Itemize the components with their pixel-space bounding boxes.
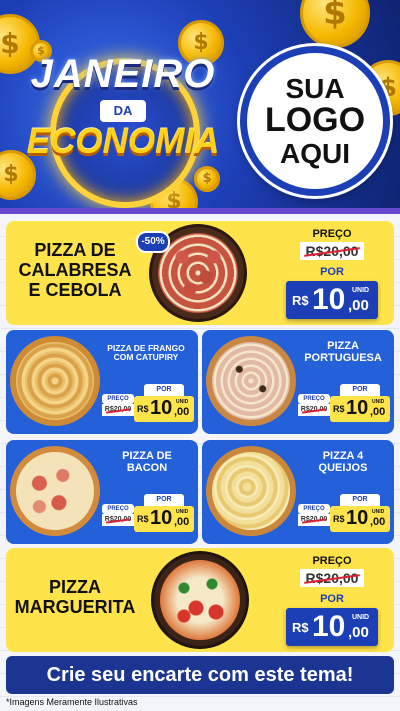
product-card-4-queijos: PIZZA 4 QUEIJOS PREÇO R$20,00 POR R$ 10 … [202, 440, 394, 544]
product-name: PIZZA PORTUGUESA [304, 340, 382, 365]
por-label: POR [320, 266, 344, 278]
new-price: R$ 10 UNID ,00 [134, 506, 194, 532]
logo-line-1: SUA [285, 72, 345, 104]
headline-da: DA [100, 100, 146, 122]
product-name: PIZZA DE FRANGO COM CATUPIRY [107, 343, 185, 363]
logo-line-3: AQUI [280, 137, 350, 169]
new-price: R$ 10 UNID ,00 [330, 396, 390, 422]
old-price: R$20,00 [300, 569, 364, 587]
logo-placeholder: SUA LOGO AQUI [240, 46, 390, 196]
por-label: POR [144, 384, 184, 396]
coin-icon: $ [300, 0, 370, 48]
new-price: R$ 10 UNID ,00 [286, 281, 378, 319]
product-card-marguerita: PIZZA MARGUERITA PREÇO R$20,00 POR R$ 10… [6, 548, 394, 652]
pizza-image [10, 446, 100, 536]
product-card-bacon: PIZZA DE BACON PREÇO R$20,00 POR R$ 10 U… [6, 440, 198, 544]
logo-line-2: LOGO [264, 101, 366, 140]
old-price: R$20,00 [102, 514, 134, 526]
new-price: R$ 10 UNID ,00 [330, 506, 390, 532]
new-price: R$ 10 UNID ,00 [134, 396, 194, 422]
pizza-image [10, 336, 100, 426]
old-price: R$20,00 [298, 514, 330, 526]
headline-janeiro: JANEIRO [30, 52, 216, 96]
product-name: PIZZA DE BACON [122, 450, 172, 475]
headline-janeiro-da-economia: JANEIRO DA ECONOMIA [18, 48, 228, 208]
price-label: PREÇO [102, 394, 134, 404]
product-name: PIZZA MARGUERITA [14, 577, 136, 617]
product-card-calabresa: PIZZA DE CALABRESA E CEBOLA -50% PREÇO R… [6, 221, 394, 325]
price-label: PREÇO [102, 504, 134, 514]
pizza-image [206, 446, 296, 536]
new-price: R$ 10 UNID ,00 [286, 608, 378, 646]
price-label: PREÇO [298, 394, 330, 404]
discount-badge: -50% [136, 231, 170, 253]
headline-economia: ECONOMIA [26, 122, 220, 161]
pizza-image [154, 554, 246, 646]
cta-banner[interactable]: Crie seu encarte com este tema! [6, 656, 394, 694]
product-name: PIZZA DE CALABRESA E CEBOLA [18, 240, 132, 300]
price-label: PREÇO [312, 555, 352, 567]
product-card-frango: PIZZA DE FRANGO COM CATUPIRY PREÇO R$20,… [6, 330, 198, 434]
product-name: PIZZA 4 QUEIJOS [318, 450, 368, 475]
promo-header-banner: $ $ $ $ $ $ $ $ JANEIRO DA ECONOMIA SUA … [0, 0, 400, 214]
old-price: R$20,00 [300, 242, 364, 260]
por-label: POR [340, 494, 380, 506]
por-label: POR [144, 494, 184, 506]
disclaimer-text: *Imagens Meramente Ilustrativas [6, 697, 138, 707]
price-label: PREÇO [312, 228, 352, 240]
price-label: PREÇO [298, 504, 330, 514]
product-card-portuguesa: PIZZA PORTUGUESA PREÇO R$20,00 POR R$ 10… [202, 330, 394, 434]
por-label: POR [320, 593, 344, 605]
old-price: R$20,00 [298, 404, 330, 416]
old-price: R$20,00 [102, 404, 134, 416]
por-label: POR [340, 384, 380, 396]
pizza-image [206, 336, 296, 426]
